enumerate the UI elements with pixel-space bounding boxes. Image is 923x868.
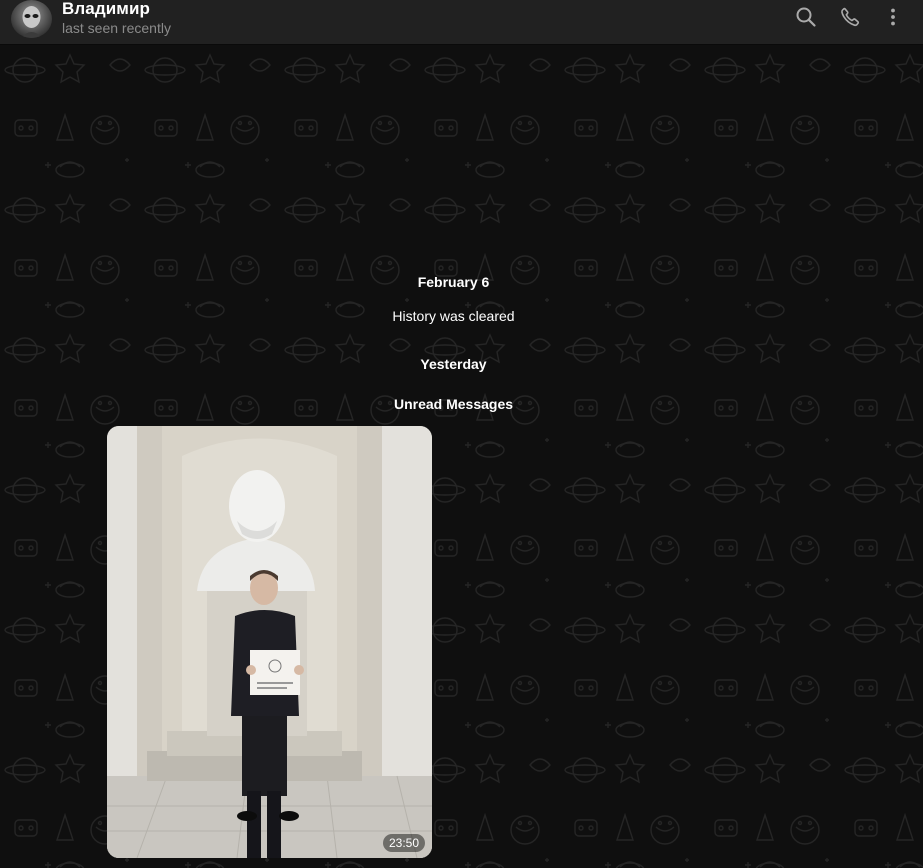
chat-status: last seen recently bbox=[62, 20, 171, 36]
search-icon bbox=[796, 7, 816, 27]
search-button[interactable] bbox=[793, 4, 819, 30]
avatar[interactable] bbox=[11, 0, 52, 38]
call-button[interactable] bbox=[837, 4, 863, 30]
message-time: 23:50 bbox=[382, 834, 425, 852]
telegram-chat-window: Владимир last seen recently February 6 H… bbox=[0, 0, 923, 868]
unread-messages-divider: Unread Messages bbox=[393, 396, 514, 412]
chat-title[interactable]: Владимир bbox=[62, 0, 150, 19]
history-cleared-notice: History was cleared bbox=[392, 308, 515, 324]
chat-history[interactable]: February 6 History was cleared Yesterday… bbox=[0, 45, 923, 868]
more-button[interactable] bbox=[880, 4, 906, 30]
date-separator: February 6 bbox=[417, 274, 490, 290]
photo-image bbox=[107, 426, 432, 858]
date-separator: Yesterday bbox=[420, 356, 487, 372]
phone-icon bbox=[841, 7, 860, 27]
chat-header: Владимир last seen recently bbox=[0, 0, 923, 45]
more-vertical-icon bbox=[891, 8, 895, 26]
photo-message[interactable]: 23:50 bbox=[107, 426, 432, 858]
alien-avatar-image bbox=[21, 6, 42, 38]
